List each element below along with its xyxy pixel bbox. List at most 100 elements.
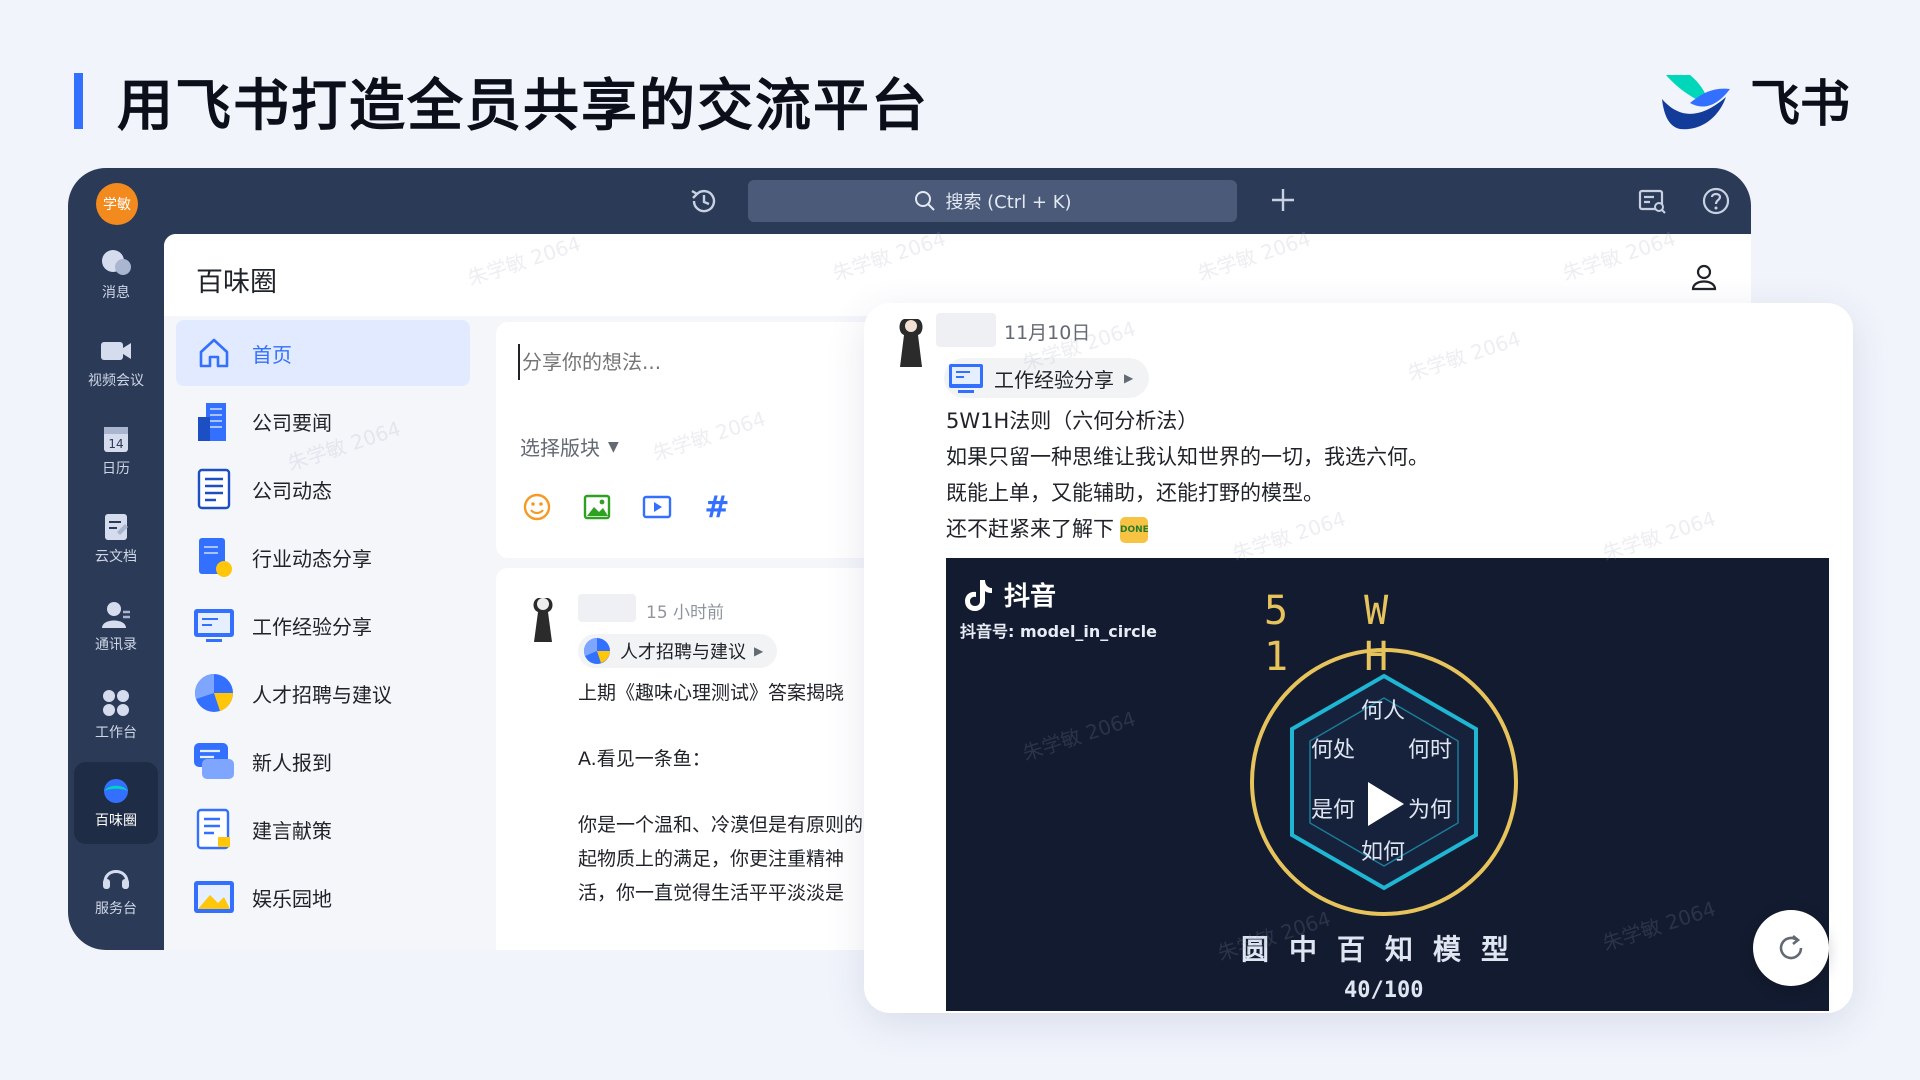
play-icon[interactable] <box>1358 776 1410 832</box>
pie-icon <box>192 671 236 715</box>
svg-text:14: 14 <box>108 437 123 451</box>
feed-post[interactable]: 15 小时前 人才招聘与建议 ▶ 上期《趣味心理测试》答案揭晓 A.看见一条鱼：… <box>496 568 916 950</box>
channel-label: 人才招聘与建议 <box>252 682 392 707</box>
image-icon <box>192 875 236 919</box>
channel-label: 公司要闻 <box>252 410 332 435</box>
channel-suggestions[interactable]: 建言献策 <box>176 796 470 862</box>
pie-icon <box>584 638 610 664</box>
refresh-icon <box>1779 934 1803 960</box>
nav-item-contacts[interactable]: 通讯录 <box>74 586 158 668</box>
nav-item-video-meeting[interactable]: 视频会议 <box>74 322 158 404</box>
diagram-label: 何处 <box>1311 738 1356 763</box>
channel-entertainment[interactable]: 娱乐园地 <box>176 864 470 930</box>
monitor-icon <box>192 603 236 647</box>
channel-home[interactable]: 首页 <box>176 320 470 386</box>
section-select[interactable]: 选择版块 ▼ <box>520 432 619 461</box>
post-tag-chip[interactable]: 工作经验分享 ▶ <box>944 358 1150 398</box>
channel-newcomers[interactable]: 新人报到 <box>176 728 470 794</box>
help-icon[interactable] <box>1700 185 1732 217</box>
caret-right-icon: ▶ <box>1124 371 1134 385</box>
channel-label: 行业动态分享 <box>252 546 372 571</box>
diagram-label: 为何 <box>1408 798 1453 823</box>
post-time: 15 小时前 <box>646 603 725 623</box>
channel-work-experience[interactable]: 工作经验分享 <box>176 592 470 658</box>
moments-icon <box>104 779 128 803</box>
section-select-label: 选择版块 <box>520 436 600 460</box>
video-counter: 40/100 <box>1344 978 1424 1003</box>
headset-icon <box>103 870 129 889</box>
search-input[interactable]: 搜索 (Ctrl + K) <box>748 180 1237 222</box>
channel-company-news[interactable]: 公司要闻 <box>176 388 470 454</box>
video-icon[interactable] <box>640 490 674 524</box>
zoomed-post-card[interactable]: 11月10日 工作经验分享 ▶ 5W1H法则（六何分析法） 如果只留一种思维让我… <box>864 303 1853 1013</box>
top-bar: 学敏 搜索 (Ctrl + K) <box>68 168 1751 234</box>
channel-label: 建言献策 <box>252 818 332 843</box>
user-avatar[interactable]: 学敏 <box>96 183 138 225</box>
monitor-icon <box>949 364 983 393</box>
building-icon <box>192 399 236 443</box>
nav-item-messages[interactable]: 消息 <box>74 234 158 316</box>
post-line-with-emoji: 还不赶紧来了解下 DONE <box>946 511 1429 547</box>
list-doc-icon <box>192 467 236 511</box>
post-line: A.看见一条鱼： <box>578 748 711 770</box>
author-name-redacted <box>578 594 636 622</box>
platform-name: 抖音 <box>1004 582 1057 612</box>
channel-label: 娱乐园地 <box>252 886 332 911</box>
nav-label: 视频会议 <box>88 373 144 389</box>
plus-icon[interactable] <box>1268 185 1298 215</box>
slide-title-text: 用飞书打造全员共享的交流平台 <box>117 73 929 139</box>
diagram-label: 何时 <box>1408 738 1453 763</box>
profile-icon[interactable] <box>1689 262 1719 292</box>
channel-company-updates[interactable]: 公司动态 <box>176 456 470 522</box>
brand-name: 飞书 <box>1750 75 1850 133</box>
post-line: 既能上单，又能辅助，还能打野的模型。 <box>946 481 1324 505</box>
nav-item-docs[interactable]: 云文档 <box>74 498 158 580</box>
channel-industry-news[interactable]: 行业动态分享 <box>176 524 470 590</box>
image-upload-icon[interactable] <box>580 490 614 524</box>
hashtag-icon[interactable]: # <box>700 490 734 525</box>
history-icon[interactable] <box>688 185 720 217</box>
author-avatar[interactable] <box>892 315 928 369</box>
nav-item-calendar[interactable]: 14 日历 <box>74 410 158 492</box>
emoji-icon[interactable] <box>520 490 554 524</box>
nav-item-workplace[interactable]: 工作台 <box>74 674 158 756</box>
channel-list: 首页 公司要闻 公司动态 行业动态分享 工作经验分享 人才招聘与建议 新人报到 … <box>176 320 470 932</box>
refresh-button[interactable] <box>1753 910 1829 986</box>
channel-recruitment[interactable]: 人才招聘与建议 <box>176 660 470 726</box>
diagram-label: 是何 <box>1311 798 1356 823</box>
nav-label: 云文档 <box>95 549 137 565</box>
nav-label: 百味圈 <box>95 813 137 829</box>
book-icon <box>192 535 236 579</box>
post-composer: 选择版块 ▼ # <box>496 322 916 558</box>
note-icon <box>192 807 236 851</box>
post-line: 你是一个温和、冷漠但是有原则的人， <box>578 814 902 836</box>
tag-label: 工作经验分享 <box>994 367 1114 392</box>
chat-bubble-icon <box>192 739 236 783</box>
chevron-down-icon: ▼ <box>608 438 619 455</box>
post-line: 如果只留一种思维让我认知世界的一切，我选六何。 <box>946 445 1429 469</box>
search-placeholder: 搜索 (Ctrl + K) <box>945 192 1072 213</box>
post-tag-chip[interactable]: 人才招聘与建议 ▶ <box>578 634 778 668</box>
nav-label: 日历 <box>102 461 130 477</box>
caret-right-icon: ▶ <box>754 644 764 658</box>
nav-item-moments[interactable]: 百味圈 <box>74 762 158 844</box>
feishu-logo-icon <box>1662 75 1730 130</box>
done-emoji-icon: DONE <box>1120 517 1149 543</box>
video-player[interactable]: 抖音 抖音号: model_in_circle 5 W 1 H 何人 何处 何时… <box>946 558 1829 1011</box>
nav-label: 工作台 <box>95 725 137 741</box>
author-avatar[interactable] <box>524 594 560 644</box>
contacts-icon <box>102 602 130 628</box>
post-body: 上期《趣味心理测试》答案揭晓 A.看见一条鱼： 你是一个温和、冷漠但是有原则的人… <box>578 676 908 910</box>
page-title: 百味圈 <box>196 267 277 298</box>
brand-logo: 飞书 <box>1656 64 1850 136</box>
video-camera-icon <box>101 342 131 360</box>
workspace-search-icon[interactable] <box>1636 185 1668 217</box>
nav-label: 服务台 <box>95 901 137 917</box>
nav-item-service-desk[interactable]: 服务台 <box>74 850 158 932</box>
douyin-logo: 抖音 <box>964 576 1056 613</box>
post-line: 活，你一直觉得生活平平淡淡是 <box>578 882 845 904</box>
calendar-icon: 14 <box>104 427 128 452</box>
post-input[interactable] <box>518 344 878 380</box>
home-icon <box>192 331 236 375</box>
search-icon <box>915 191 936 211</box>
